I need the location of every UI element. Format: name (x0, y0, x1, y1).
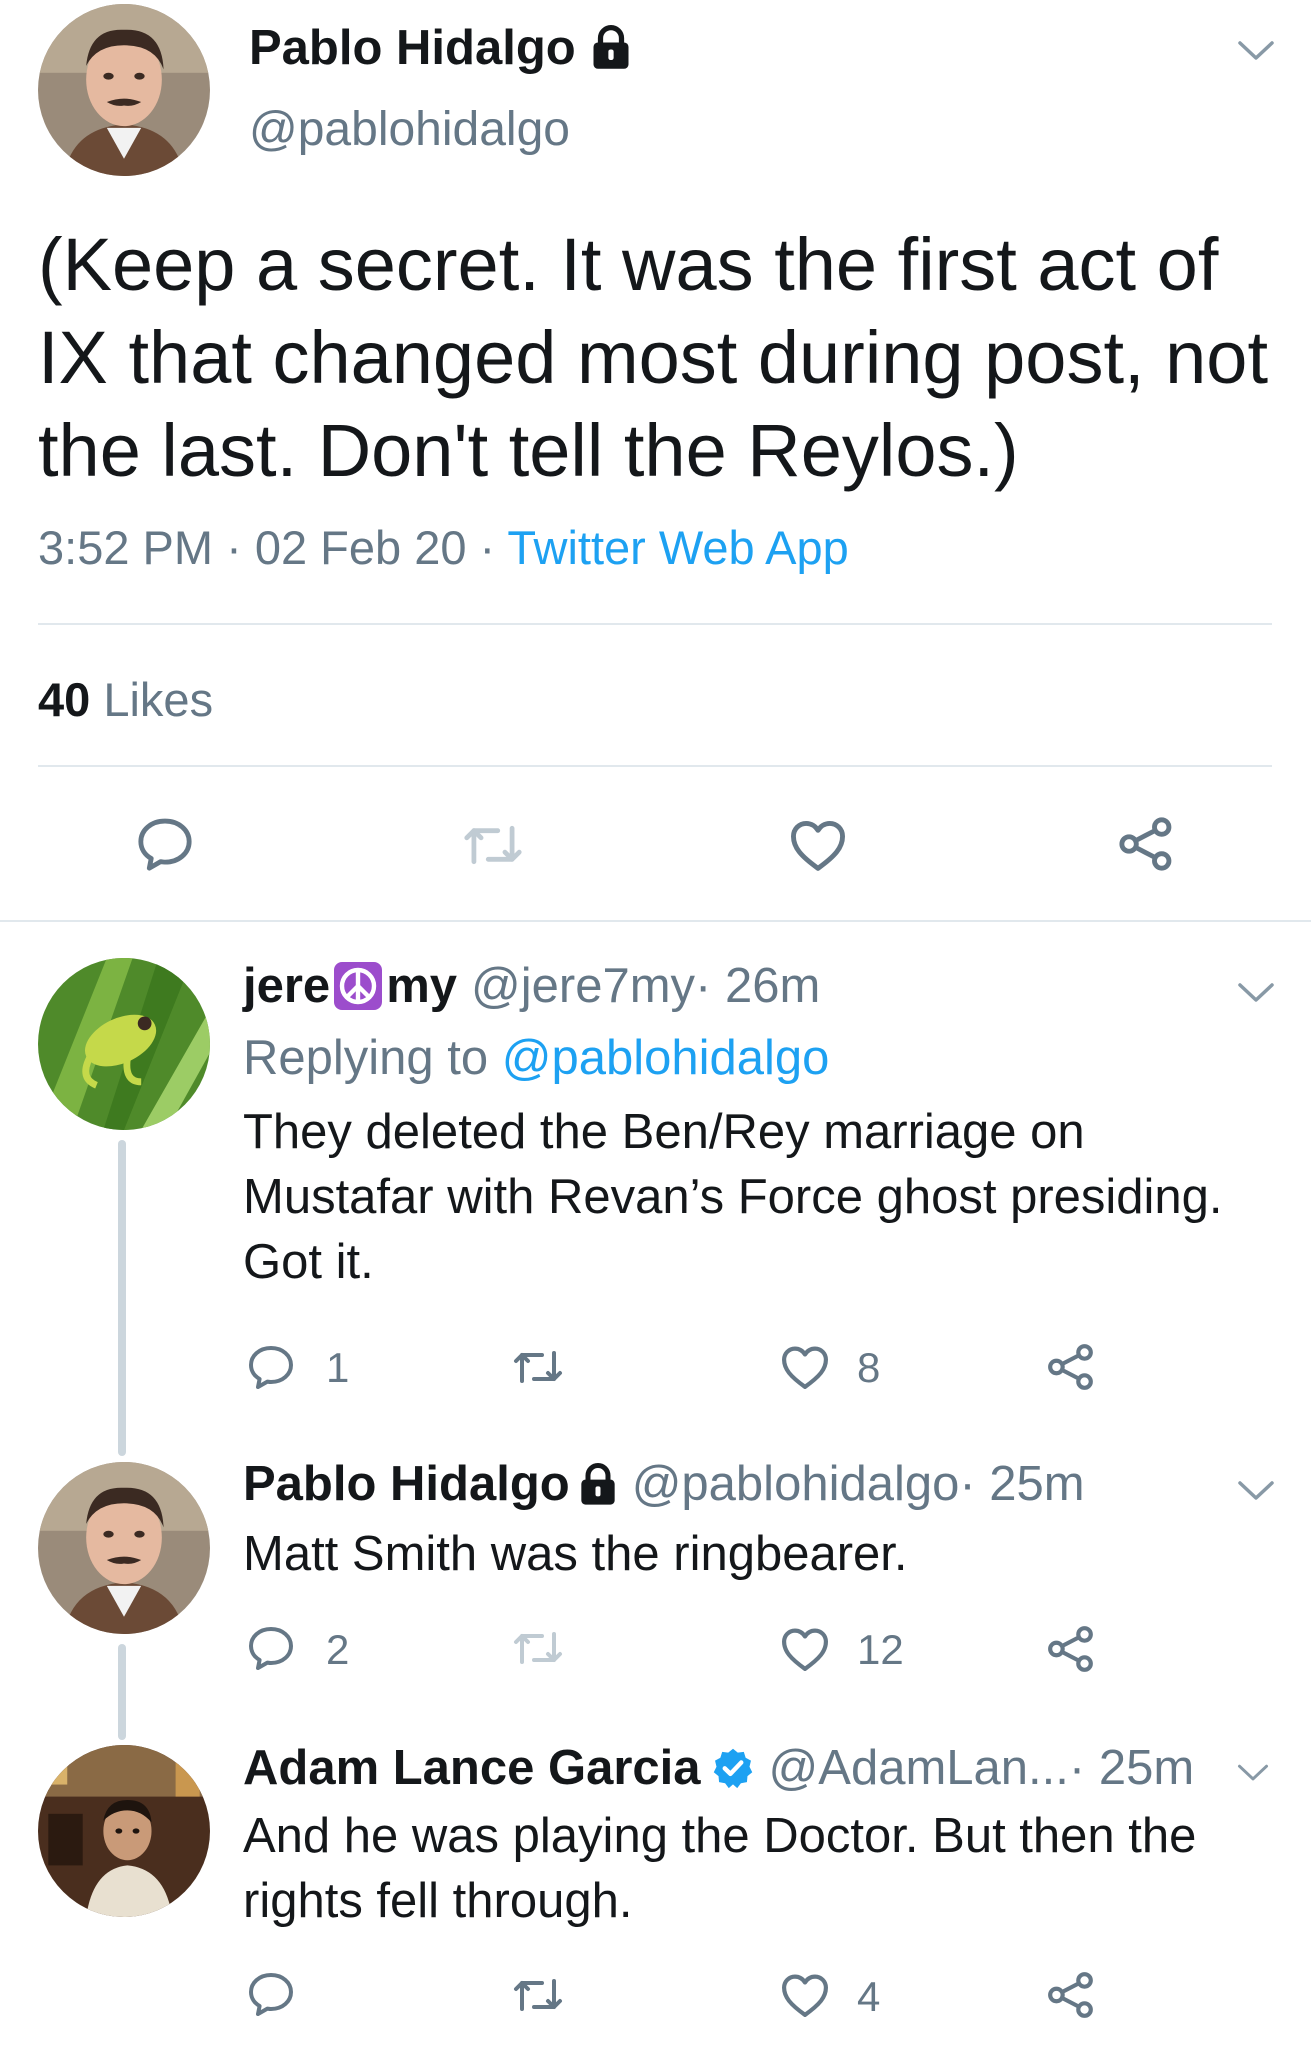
like-count: 8 (857, 1344, 881, 1391)
author-name[interactable]: Pablo Hidalgo (243, 1456, 570, 1512)
chevron-down-icon[interactable] (1236, 1762, 1270, 1784)
like-count: 12 (857, 1626, 904, 1673)
retweet-icon[interactable] (512, 1346, 564, 1388)
tweet-text: And he was playing the Doctor. But then … (243, 1809, 1197, 1928)
like-icon[interactable] (779, 1626, 831, 1672)
avatar[interactable] (38, 1745, 210, 1917)
thread-line (118, 1140, 126, 1456)
replying-prefix: Replying to (243, 1031, 502, 1085)
meta-separator: · (213, 521, 255, 574)
reply-count: 2 (326, 1626, 350, 1673)
author-handle[interactable]: @pablohidalgo (632, 1456, 960, 1512)
tweet-text: Matt Smith was the ringbearer. (243, 1527, 908, 1581)
reply-icon[interactable] (247, 1624, 295, 1672)
tweet-age: · 26m (695, 959, 821, 1013)
divider (38, 765, 1272, 767)
retweet-icon[interactable] (462, 820, 524, 870)
share-icon[interactable] (1046, 1342, 1096, 1392)
reply-header: Pablo Hidalgo @pablohidalgo · 25m (243, 1456, 1085, 1512)
author-name[interactable]: jere (243, 958, 330, 1014)
tweet-age: · 25m (1068, 1741, 1195, 1795)
like-icon[interactable] (779, 1344, 831, 1390)
tweet-text: (Keep a secret. It was the first act of … (38, 223, 1268, 492)
share-icon[interactable] (1046, 1624, 1096, 1674)
likes-summary[interactable]: 40 Likes (38, 672, 213, 727)
likes-count: 40 (38, 673, 91, 726)
author-handle[interactable]: @pablohidalgo (249, 102, 570, 157)
likes-label: Likes (103, 673, 214, 726)
main-tweet: Pablo Hidalgo @pablohidalgo (Keep a secr… (0, 0, 1311, 922)
tweet-meta: 3:52 PM · 02 Feb 20 · Twitter Web App (38, 520, 849, 575)
divider (0, 920, 1311, 922)
tweet-age: · 25m (959, 1457, 1085, 1511)
author-name[interactable]: Pablo Hidalgo (249, 20, 576, 76)
avatar[interactable] (38, 958, 210, 1130)
chevron-down-icon[interactable] (1236, 38, 1276, 64)
peace-icon (332, 960, 384, 1012)
lock-icon (590, 25, 632, 71)
avatar[interactable] (38, 1462, 210, 1634)
like-icon[interactable] (788, 818, 848, 872)
tweet-date: 02 Feb 20 (254, 521, 467, 574)
like-count: 4 (857, 1973, 881, 2020)
reply-icon[interactable] (247, 1343, 295, 1391)
author-handle[interactable]: @jere7my (471, 958, 695, 1014)
replying-to-link[interactable]: @pablohidalgo (502, 1031, 830, 1085)
reply-header: Adam Lance Garcia @AdamLan... · 25m (243, 1740, 1194, 1796)
author-name[interactable]: Adam Lance Garcia (243, 1740, 701, 1796)
like-icon[interactable] (779, 1972, 831, 2018)
meta-separator: · (466, 521, 508, 574)
tweet-detail-page: Pablo Hidalgo @pablohidalgo (Keep a secr… (0, 0, 1311, 2048)
divider (38, 623, 1272, 625)
tweet-text: They deleted the Ben/Rey marriage on Mus… (243, 1105, 1223, 1289)
retweet-icon[interactable] (512, 1974, 564, 2016)
replying-to: Replying to @pablohidalgo (243, 1030, 829, 1086)
share-icon[interactable] (1116, 815, 1176, 873)
retweet-icon[interactable] (512, 1627, 564, 1669)
chevron-down-icon[interactable] (1236, 980, 1276, 1006)
thread-line (118, 1644, 126, 1740)
tweet-time: 3:52 PM (38, 521, 214, 574)
tweet-source-link[interactable]: Twitter Web App (507, 521, 848, 574)
reply-icon[interactable] (136, 815, 194, 873)
lock-icon (578, 1462, 618, 1506)
verified-icon (711, 1746, 755, 1790)
reply-header: jere my @jere7my · 26m (243, 958, 820, 1014)
author-handle[interactable]: @AdamLan... (769, 1740, 1069, 1796)
share-icon[interactable] (1046, 1970, 1096, 2020)
reply-count: 1 (326, 1344, 350, 1391)
author-name-suffix[interactable]: my (386, 958, 457, 1014)
author-name-row[interactable]: Pablo Hidalgo (249, 20, 632, 76)
reply-icon[interactable] (247, 1970, 295, 2018)
chevron-down-icon[interactable] (1236, 1478, 1276, 1504)
avatar[interactable] (38, 4, 210, 176)
